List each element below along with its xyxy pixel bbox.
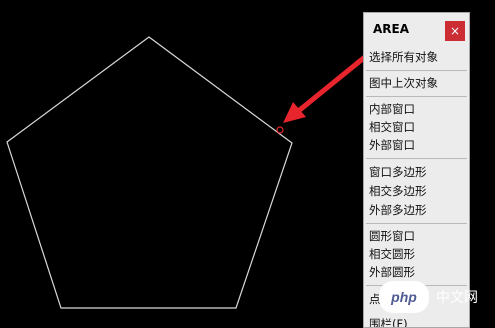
pentagon-shape[interactable] (6, 36, 293, 309)
cursor-marker (276, 126, 284, 134)
menu-item-crossing-circle[interactable]: 相交圆形 (369, 245, 415, 263)
close-button[interactable]: × (445, 21, 465, 41)
menu-item-inside-window[interactable]: 内部窗口 (369, 100, 415, 118)
menu-item-crossing-window[interactable]: 相交窗口 (369, 118, 415, 136)
menu-separator (366, 70, 467, 71)
watermark: php 中文网 (379, 281, 495, 315)
close-icon: × (449, 24, 461, 38)
drawing-canvas[interactable] (0, 0, 360, 326)
menu-title-bar: AREA × (364, 13, 469, 47)
menu-item-select-all[interactable]: 选择所有对象 (369, 48, 438, 66)
menu-item-outside-circle[interactable]: 外部圆形 (369, 263, 415, 281)
menu-item-crossing-polygon[interactable]: 相交多边形 (369, 182, 427, 200)
watermark-text: 中文网 (436, 290, 478, 306)
pointer-arrow-shaft (293, 58, 360, 116)
menu-separator (366, 223, 467, 224)
menu-item-outside-window[interactable]: 外部窗口 (369, 136, 415, 154)
menu-separator (366, 158, 467, 159)
php-logo: php (379, 281, 429, 313)
menu-separator (366, 96, 467, 97)
menu-item-window-polygon[interactable]: 窗口多边形 (369, 163, 427, 181)
menu-item-outside-polygon[interactable]: 外部多边形 (369, 201, 427, 219)
menu-item-fence[interactable]: 围栏(F) (369, 315, 408, 327)
menu-item-circle-window[interactable]: 圆形窗口 (369, 227, 415, 245)
menu-item-last-object[interactable]: 图中上次对象 (369, 74, 438, 92)
menu-title: AREA (373, 22, 410, 36)
